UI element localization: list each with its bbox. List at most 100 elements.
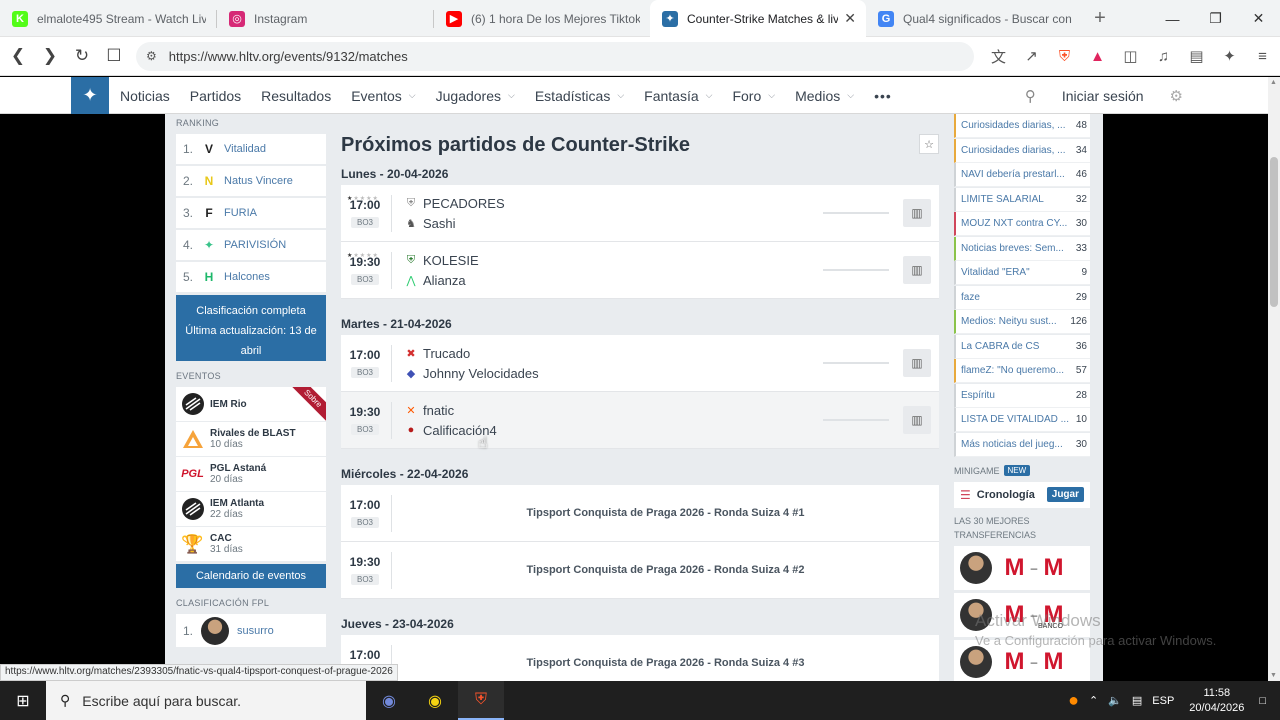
event-row[interactable]: IEM Rio Sobre	[176, 387, 326, 421]
browser-tab[interactable]: ◎ Instagram	[217, 0, 433, 37]
team-1[interactable]: ✕ fnatic	[405, 400, 823, 420]
team-2[interactable]: ◆ Johnny Velocidades	[405, 363, 823, 383]
stats-chart-icon[interactable]: ▥	[903, 199, 931, 227]
reload-icon[interactable]: ↻	[68, 42, 96, 70]
brave-rewards-icon[interactable]: ▲	[1081, 42, 1114, 70]
team-1[interactable]: ✖ Trucado	[405, 343, 823, 363]
team-2[interactable]: ⋀ Alianza	[405, 270, 823, 290]
match-row[interactable]: 19:30 BO3 ✕ fnatic ● Calificación4 ▥	[341, 392, 939, 449]
ranking-row[interactable]: 1. V Vitalidad	[176, 134, 326, 164]
forum-thread[interactable]: La CABRA de CS 36	[954, 334, 1090, 359]
language-indicator[interactable]: ESP	[1152, 695, 1174, 707]
app-yellow-icon[interactable]: ◉	[412, 681, 458, 720]
page-scrollbar[interactable]: ▲ ▼	[1268, 77, 1280, 681]
nav-item-4[interactable]: Jugadores ⌵	[436, 88, 515, 104]
nav-item-6[interactable]: Fantasía ⌵	[644, 88, 712, 104]
stats-chart-icon[interactable]: ▥	[903, 349, 931, 377]
full-ranking-button[interactable]: Clasificación completa Última actualizac…	[176, 295, 326, 361]
leo-ai-icon[interactable]: ✦	[1213, 42, 1246, 70]
ranking-row[interactable]: 5. H Halcones	[176, 262, 326, 292]
ranking-row[interactable]: 2. N Natus Vincere	[176, 166, 326, 196]
stats-chart-icon[interactable]: ▥	[903, 256, 931, 284]
forward-icon[interactable]: ❯	[36, 42, 64, 70]
brave-shield-icon[interactable]: ⛨	[1048, 42, 1081, 70]
browser-tab[interactable]: ✦ Counter-Strike Matches & live ✕	[650, 0, 866, 37]
notifications-icon[interactable]: □	[1259, 695, 1266, 707]
minimize-icon[interactable]: —	[1151, 0, 1194, 37]
nav-item-0[interactable]: Noticias	[120, 88, 170, 104]
taskbar-search[interactable]: ⚲ Escribe aquí para buscar.	[46, 681, 366, 720]
nav-item-7[interactable]: Foro ⌵	[732, 88, 775, 104]
site-settings-icon[interactable]: ⚙	[146, 49, 157, 63]
match-row[interactable]: 17:00BO3Tipsport Conquista de Praga 2026…	[341, 485, 939, 542]
scroll-down-icon[interactable]: ▼	[1270, 672, 1277, 679]
forum-thread[interactable]: Espíritu 28	[954, 383, 1090, 408]
match-row[interactable]: 17:00 BO3 ✖ Trucado ◆ Johnny Velocidades ▥	[341, 335, 939, 392]
new-tab-icon[interactable]: +	[1082, 0, 1118, 37]
match-row[interactable]: ★★★★★ 17:00 BO3 ⛨ PECADORES ♞ Sashi ▥	[341, 185, 939, 242]
bookmark-icon[interactable]: ☐	[100, 42, 128, 70]
team-1[interactable]: ⛨ PECADORES	[405, 193, 823, 213]
close-window-icon[interactable]: ✕	[1237, 0, 1280, 37]
media-icon[interactable]: ♫	[1147, 42, 1180, 70]
forum-thread[interactable]: faze 29	[954, 285, 1090, 310]
team-2[interactable]: ♞ Sashi	[405, 213, 823, 233]
discord-icon[interactable]: ◉	[366, 681, 412, 720]
hltv-logo[interactable]: ✦	[71, 77, 109, 114]
match-row[interactable]: ★★★★★ 19:30 BO3 ⛨ KOLESIE ⋀ Alianza ▥	[341, 242, 939, 299]
nav-item-5[interactable]: Estadísticas ⌵	[535, 88, 624, 104]
clock[interactable]: 11:58 20/04/2026	[1189, 686, 1244, 716]
transfer-row[interactable]: M – M	[954, 545, 1090, 590]
search-icon[interactable]: ⚲	[1025, 87, 1036, 105]
url-field[interactable]: ⚙ https://www.hltv.org/events/9132/match…	[136, 41, 974, 71]
login-link[interactable]: Iniciar sesión	[1062, 88, 1144, 104]
forum-thread[interactable]: flameZ: "No queremo... 57	[954, 359, 1090, 383]
stats-chart-icon[interactable]: ▥	[903, 406, 931, 434]
sidebar-icon[interactable]: ◫	[1114, 42, 1147, 70]
forum-thread[interactable]: Medios: Neityu sust... 126	[954, 310, 1090, 334]
scrollbar-thumb[interactable]	[1270, 157, 1278, 307]
team-2[interactable]: ● Calificación4	[405, 420, 823, 440]
share-icon[interactable]: ↗	[1015, 42, 1048, 70]
forum-thread[interactable]: Noticias breves: Sem... 33	[954, 236, 1090, 261]
event-calendar-button[interactable]: Calendario de eventos	[176, 564, 326, 588]
wallet-icon[interactable]: ▤	[1180, 42, 1213, 70]
forum-thread[interactable]: Más noticias del jueg... 30	[954, 432, 1090, 457]
event-row[interactable]: IEM Atlanta 22 días	[176, 492, 326, 526]
forum-thread[interactable]: Curiosidades diarias, ... 34	[954, 138, 1090, 163]
more-menu-icon[interactable]: •••	[874, 88, 892, 104]
ranking-row[interactable]: 3. F FURIA	[176, 198, 326, 228]
browser-tab[interactable]: ▶ (6) 1 hora De los Mejores Tiktoks d	[434, 0, 650, 37]
event-row[interactable]: Rivales de BLAST 10 días	[176, 422, 326, 456]
nav-item-1[interactable]: Partidos	[190, 88, 241, 104]
match-row[interactable]: 19:30 BO3 Tipsport Conquista de Praga 2026…	[341, 542, 939, 599]
forum-thread[interactable]: Vitalidad "ERA" 9	[954, 261, 1090, 285]
translate-icon[interactable]: 文	[982, 42, 1015, 70]
menu-icon[interactable]: ≡	[1246, 42, 1279, 70]
minigame-card[interactable]: ☰ Cronología Jugar	[954, 481, 1090, 508]
maximize-icon[interactable]: ❐	[1194, 0, 1237, 37]
close-tab-icon[interactable]: ✕	[844, 10, 856, 27]
forum-thread[interactable]: NAVI debería prestarl... 46	[954, 163, 1090, 187]
favorite-star-icon[interactable]: ☆	[919, 134, 939, 154]
match-row[interactable]: 17:00BO3Tipsport Conquista de Praga 2026…	[341, 635, 939, 681]
forum-thread[interactable]: LÍMITE SALARIAL 32	[954, 187, 1090, 212]
nav-item-8[interactable]: Medios ⌵	[795, 88, 854, 104]
play-button[interactable]: Jugar	[1046, 487, 1084, 502]
nav-item-2[interactable]: Resultados	[261, 88, 331, 104]
brave-browser-icon[interactable]: ⛨	[458, 681, 504, 720]
forum-thread[interactable]: LISTA DE VITALIDAD ... 10	[954, 408, 1090, 432]
volume-icon[interactable]: 🔈	[1108, 694, 1122, 707]
ranking-row[interactable]: 4. ✦ PARIVISIÓN	[176, 230, 326, 260]
browser-tab[interactable]: Kelmalote495 Stream - Watch Live o	[0, 0, 216, 37]
forum-thread[interactable]: MOUZ NXT contra CY... 30	[954, 212, 1090, 236]
settings-icon[interactable]: ⚙	[1170, 87, 1183, 105]
nav-item-3[interactable]: Eventos ⌵	[351, 88, 415, 104]
network-icon[interactable]: ▤	[1132, 694, 1142, 707]
event-row[interactable]: PGL PGL Astaná 20 días	[176, 457, 326, 491]
tray-orange-icon[interactable]: ●	[1068, 690, 1079, 711]
forum-thread[interactable]: Curiosidades diarias, ... 48	[954, 114, 1090, 138]
team-1[interactable]: ⛨ KOLESIE	[405, 250, 823, 270]
browser-tab[interactable]: G Qual4 significados - Buscar con G	[866, 0, 1082, 37]
event-row[interactable]: 🏆 CAC 31 días	[176, 527, 326, 561]
